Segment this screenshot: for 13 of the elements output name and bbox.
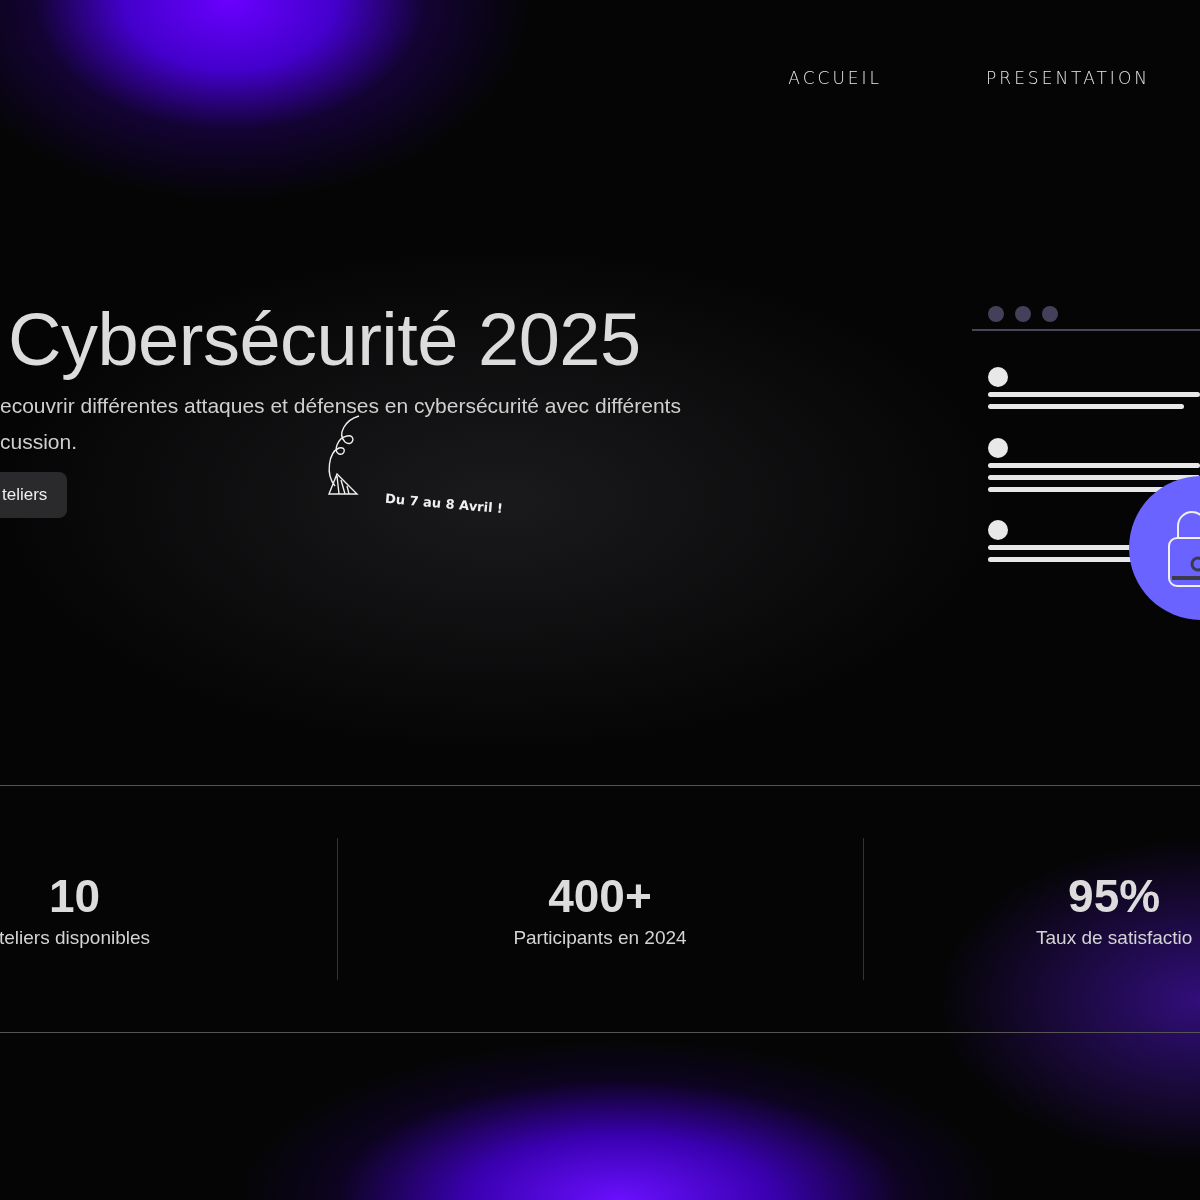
stat-value: 10 bbox=[48, 869, 101, 923]
nav-link[interactable]: PRESENTATION bbox=[986, 68, 1150, 118]
stat-label: Participants en 2024 bbox=[513, 927, 687, 949]
hero-description: ecouvrir différentes attaques et défenses en cybersécurité avec différents bbox=[0, 393, 682, 419]
stat-value: 95% bbox=[1068, 869, 1161, 923]
stat-label: Taux de satisfactio bbox=[1036, 927, 1193, 949]
date-note: Du 7 au 8 Avril ! bbox=[384, 490, 504, 517]
stat-value: 400+ bbox=[548, 869, 652, 923]
hero-title: Cybersécurité 2025 bbox=[8, 298, 642, 382]
ateliers-button[interactable]: teliers bbox=[0, 472, 68, 518]
nav-link[interactable]: ACCUEIL bbox=[788, 68, 883, 118]
stat-label: teliers disponibles bbox=[0, 927, 151, 949]
hero-description: cussion. bbox=[0, 429, 79, 455]
